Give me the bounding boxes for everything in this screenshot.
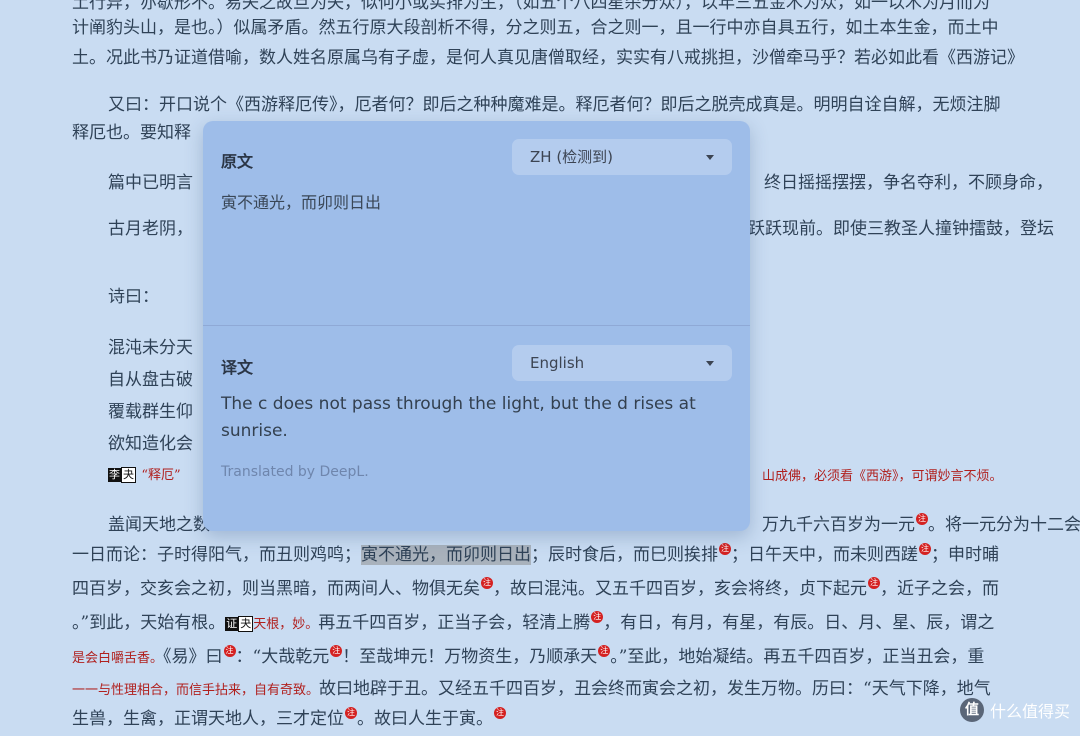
text-line: 欲知造化会 xyxy=(108,434,193,454)
text-line: 覆载群生仰 xyxy=(108,402,193,422)
annotation-marker-icon[interactable]: 注 xyxy=(223,645,236,657)
translated-text[interactable]: The c does not pass through the light, b… xyxy=(221,391,731,445)
annotation-text: “释厄” xyxy=(141,468,181,483)
tag-seal: 夬 xyxy=(121,466,136,483)
divider xyxy=(203,325,750,326)
annotation-marker-icon[interactable]: 注 xyxy=(481,577,493,589)
text-line: 生兽，生禽，正谓天地人，三才定位注。故曰人生于寅。注 xyxy=(72,707,506,729)
text-line: 计阐豹头山，是也。）似属矛盾。然五行原大段剖析不得，分之则五，合之则一，且一行中… xyxy=(72,18,999,38)
annotation-marker-icon[interactable]: 注 xyxy=(345,707,357,719)
annotation-text: 山成佛，必须看《西游》，可谓妙言不烦。 xyxy=(762,469,1003,484)
smzdm-logo-icon: 值 xyxy=(959,698,984,722)
text-line: 一一与性理相合，而信手拈来，自有奇致。故曰地辟于丑。又经五千四百岁，丑会终而寅会… xyxy=(72,679,991,699)
text-line: 是会白嚼舌香。《易》曰注：“大哉乾元注！至哉坤元！万物资生，乃顺承天注。”至此，… xyxy=(72,645,985,667)
tag-li: 李 xyxy=(108,467,121,482)
text-line: 土。况此书乃证道借喻，数人姓名原属乌有子虚，是何人真见唐僧取经，实实有八戒挑担，… xyxy=(72,48,1024,68)
annotation-line: 李夬 “释厄” xyxy=(108,462,208,488)
target-language-value: English xyxy=(530,354,585,372)
text-line: 终日摇摇摆摆，争名夺利，不顾身命， xyxy=(764,173,1053,193)
text-line: 古月老阴， xyxy=(108,219,193,239)
annotation-marker-icon[interactable]: 注 xyxy=(330,645,343,657)
target-label: 译文 xyxy=(221,358,254,377)
target-language-select[interactable]: English xyxy=(512,345,732,381)
tag-seal: 夬 xyxy=(238,615,254,632)
text-line: 一日而论：子时得阳气，而丑则鸡鸣；寅不通光，而卯则日出；辰时食后，而巳则挨排注；… xyxy=(72,543,999,565)
source-label: 原文 xyxy=(221,152,254,171)
text-line: 土行异，亦歇形不。易失之故旦为失，似何小或实排为生，（如五个八四星杀分众），以年… xyxy=(72,0,990,13)
text-line: 释厄也。要知释 xyxy=(72,123,191,143)
text-line: 篇中已明言 xyxy=(108,173,193,193)
annotation-marker-icon[interactable]: 注 xyxy=(916,513,928,525)
text-line: 诗曰： xyxy=(108,287,159,307)
text-line: 跃跃现前。即使三教圣人撞钟擂鼓，登坛 xyxy=(748,219,1054,239)
source-language-select[interactable]: ZH (检测到) xyxy=(512,139,732,175)
annotation-marker-icon[interactable]: 注 xyxy=(719,543,731,555)
chevron-down-icon xyxy=(706,361,714,366)
annotation-marker-icon[interactable]: 注 xyxy=(494,707,506,719)
annotation-marker-icon[interactable]: 注 xyxy=(868,577,880,589)
text-line: 混沌未分天 xyxy=(108,338,193,358)
tag-zheng: 证 xyxy=(225,616,239,631)
selected-text[interactable]: 寅不通光，而卯则日出 xyxy=(361,545,531,565)
translation-popup[interactable]: 原文 ZH (检测到) 寅不通光，而卯则日出 译文 English The c … xyxy=(203,121,750,531)
annotation-marker-icon[interactable]: 注 xyxy=(591,611,604,623)
chevron-down-icon xyxy=(706,155,714,160)
text-line: 四百岁，交亥会之初，则当黑暗，而两间人、物俱无矣注，故曰混沌。又五千四百岁，亥会… xyxy=(72,577,999,599)
text-line: 万九千六百岁为一元注。将一元分为十二会 xyxy=(762,513,1080,535)
text-line: 自从盘古破 xyxy=(108,370,193,390)
text-line: 又曰：开口说个《西游释厄传》，厄者何？即后之种种魔难是。释厄者何？即后之脱壳成真… xyxy=(108,95,1001,115)
watermark-text: 什么值得买 xyxy=(989,702,1070,721)
text-line: 。”到此，天始有根。证夬天根，妙。再五千四百岁，正当子会，轻清上腾注，有日，有月… xyxy=(72,611,995,633)
source-language-value: ZH (检测到) xyxy=(530,148,614,166)
source-text[interactable]: 寅不通光，而卯则日出 xyxy=(221,189,381,213)
watermark: 值 什么值得买 xyxy=(959,698,1070,722)
annotation-marker-icon[interactable]: 注 xyxy=(919,543,931,555)
annotation-marker-icon[interactable]: 注 xyxy=(598,645,611,657)
deepl-attribution: Translated by DeepL. xyxy=(221,464,369,480)
